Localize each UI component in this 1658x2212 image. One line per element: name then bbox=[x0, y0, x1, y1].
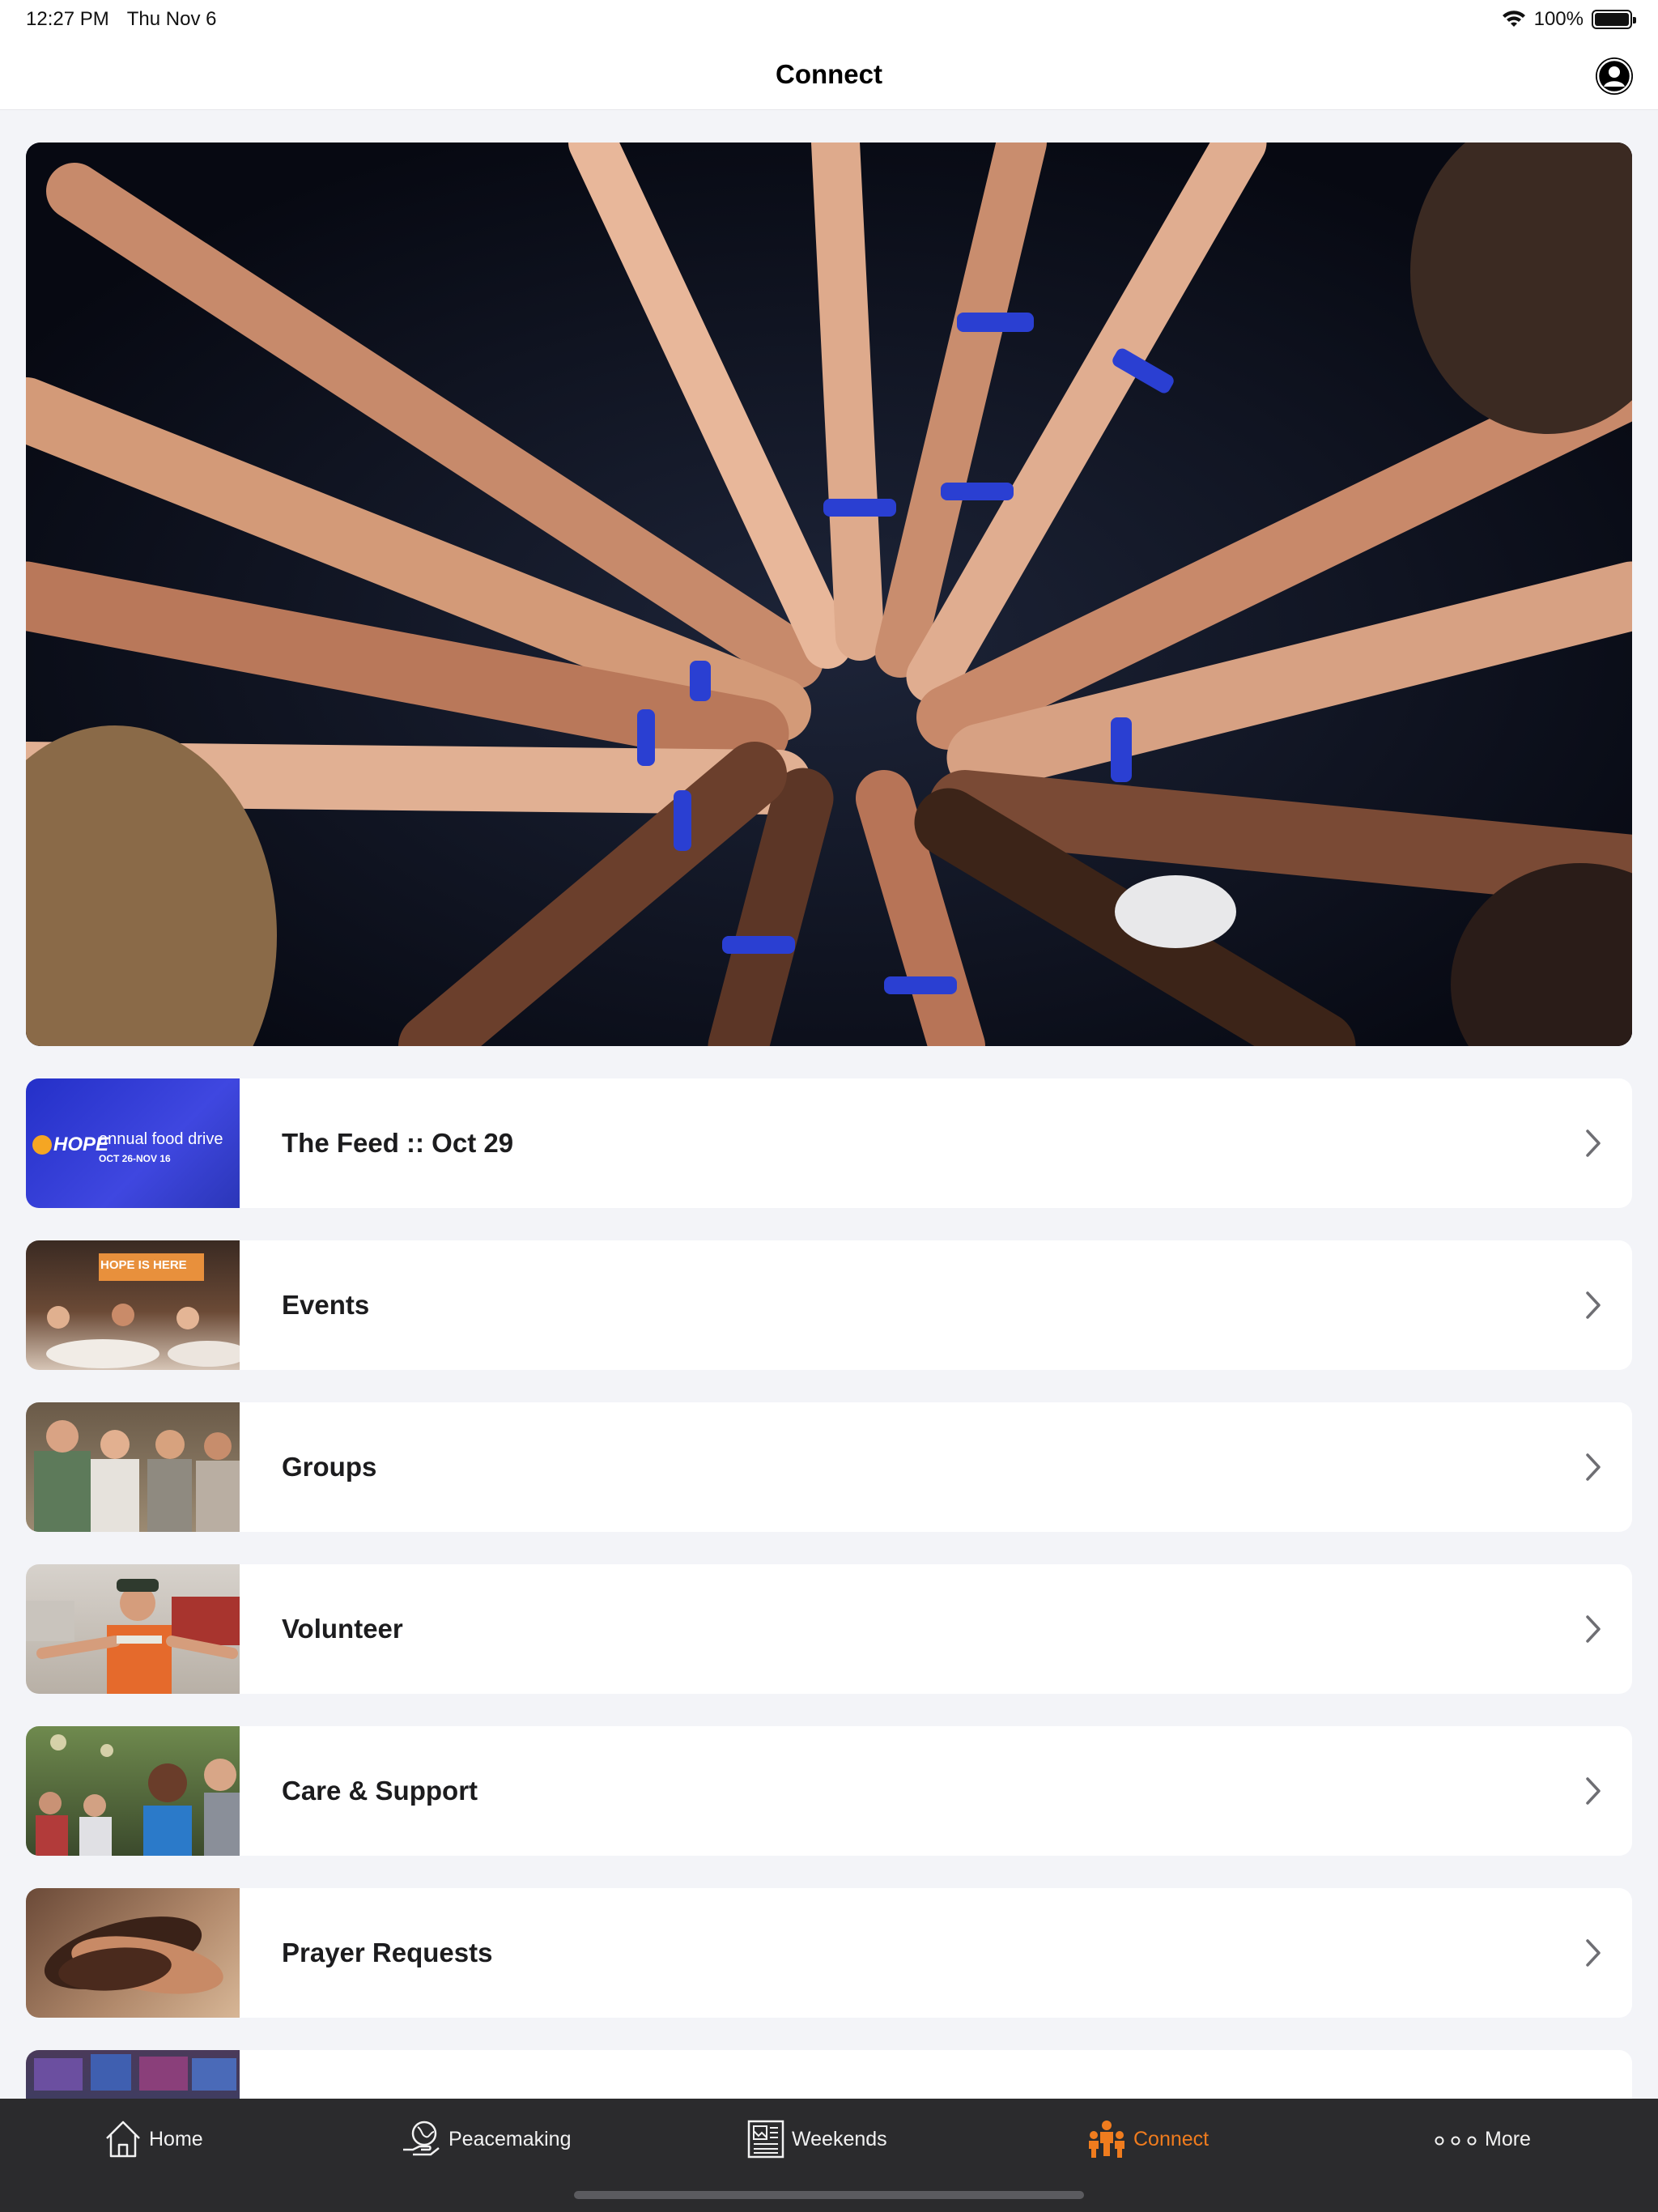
prayer-requests-thumbnail bbox=[26, 1888, 240, 2018]
events-thumbnail: HOPE IS HERE bbox=[26, 1240, 240, 1370]
volunteer-thumbnail bbox=[26, 1564, 240, 1694]
status-date: Thu Nov 6 bbox=[126, 8, 217, 30]
tab-peacemaking[interactable]: Peacemaking bbox=[402, 2116, 571, 2162]
ellipsis-icon bbox=[1435, 2136, 1477, 2146]
house-icon bbox=[106, 2121, 140, 2158]
hands-together-illustration bbox=[26, 143, 1632, 1046]
status-bar: 12:27 PM Thu Nov 6 100% bbox=[0, 0, 1658, 39]
care-support-thumbnail bbox=[26, 1726, 240, 1856]
newspaper-icon bbox=[747, 2120, 784, 2159]
tab-label: Peacemaking bbox=[449, 2127, 572, 2150]
list-item-care-support[interactable]: Care & Support bbox=[26, 1726, 1632, 1856]
navigation-bar: Connect bbox=[0, 39, 1658, 110]
list-item-volunteer[interactable]: Volunteer bbox=[26, 1564, 1632, 1694]
tab-label: Connect bbox=[1133, 2127, 1209, 2150]
feed-thumb-dates: OCT 26-NOV 16 bbox=[99, 1153, 171, 1164]
list-item-label: Care & Support bbox=[282, 1776, 478, 1806]
tab-label: Home bbox=[149, 2127, 203, 2150]
tab-label: More bbox=[1485, 2127, 1531, 2150]
battery-icon bbox=[1592, 10, 1636, 29]
list-item-label: Volunteer bbox=[282, 1614, 403, 1644]
status-time: 12:27 PM bbox=[26, 8, 109, 30]
list-item-groups[interactable]: Groups bbox=[26, 1402, 1632, 1532]
home-indicator bbox=[574, 2191, 1084, 2199]
list-item-label: Prayer Requests bbox=[282, 1938, 493, 1967]
chevron-right-icon bbox=[1586, 1615, 1601, 1643]
profile-icon[interactable] bbox=[1596, 57, 1633, 95]
status-indicators: 100% bbox=[1502, 8, 1636, 31]
tab-label: Weekends bbox=[792, 2127, 887, 2150]
tab-home[interactable]: Home bbox=[104, 2116, 203, 2162]
list-item-prayer-requests[interactable]: Prayer Requests bbox=[26, 1888, 1632, 2018]
chevron-right-icon bbox=[1586, 1939, 1601, 1967]
tab-connect[interactable]: Connect bbox=[1086, 2116, 1209, 2162]
groups-thumbnail bbox=[26, 1402, 240, 1532]
list-item-label: Events bbox=[282, 1290, 370, 1320]
wifi-icon bbox=[1502, 11, 1525, 27]
tab-more[interactable]: More bbox=[1433, 2116, 1531, 2162]
chevron-right-icon bbox=[1586, 1129, 1601, 1157]
people-icon bbox=[1089, 2121, 1124, 2158]
list-item-the-feed[interactable]: HOPE annual food drive OCT 26-NOV 16 The… bbox=[26, 1078, 1632, 1208]
battery-percent: 100% bbox=[1533, 8, 1584, 30]
feed-thumb-title: annual food drive bbox=[99, 1130, 223, 1148]
hero-image[interactable] bbox=[26, 143, 1632, 1046]
chevron-right-icon bbox=[1586, 1291, 1601, 1319]
feed-thumbnail: HOPE annual food drive OCT 26-NOV 16 bbox=[26, 1078, 240, 1208]
connect-list: HOPE annual food drive OCT 26-NOV 16 The… bbox=[26, 1078, 1632, 2212]
chevron-right-icon bbox=[1586, 1777, 1601, 1805]
tab-weekends[interactable]: Weekends bbox=[746, 2116, 887, 2162]
list-item-label: The Feed :: Oct 29 bbox=[282, 1128, 514, 1158]
chevron-right-icon bbox=[1586, 1453, 1601, 1481]
list-item-label: Groups bbox=[282, 1452, 377, 1482]
list-item-events[interactable]: HOPE IS HERE Events bbox=[26, 1240, 1632, 1370]
globe-hand-icon bbox=[403, 2121, 440, 2156]
page-title: Connect bbox=[776, 58, 882, 89]
